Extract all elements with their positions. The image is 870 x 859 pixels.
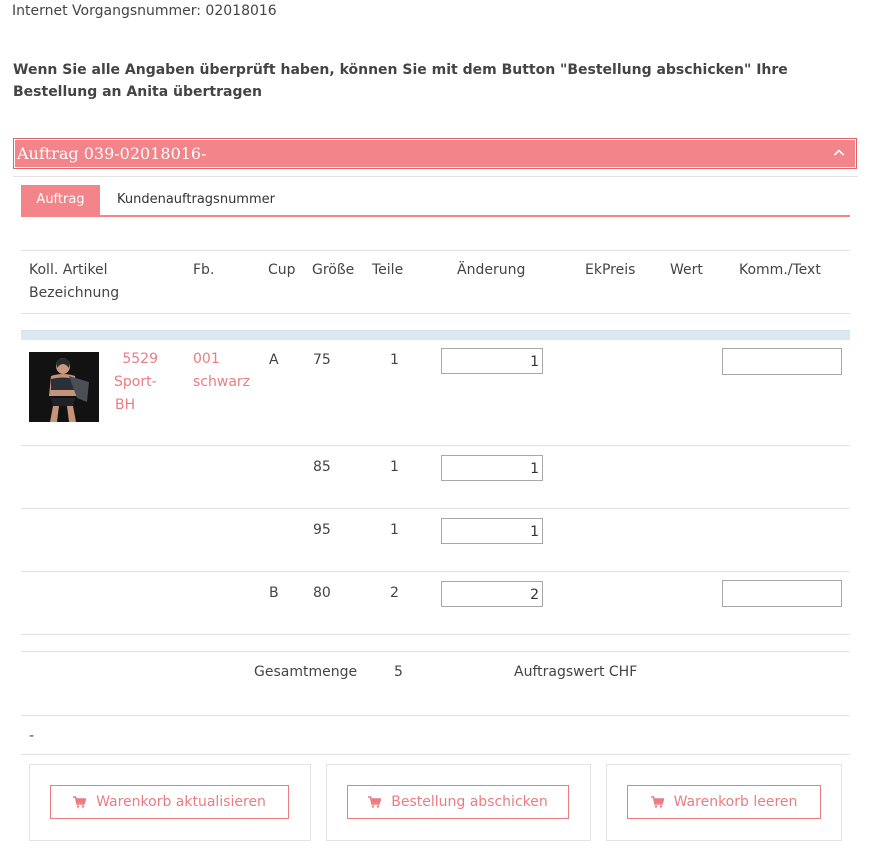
order-panel-header[interactable]: Auftrag 039-02018016- [13, 138, 857, 169]
header-komm: Komm./Text [739, 262, 821, 278]
vorgangsnummer: Internet Vorgangsnummer: 02018016 [12, 3, 277, 19]
order-panel-title: Auftrag 039-02018016- [17, 144, 207, 163]
header-ekpreis: EkPreis [585, 262, 636, 278]
cup-value: B [269, 585, 279, 601]
header-artikel: Koll. Artikel Bezeichnung [29, 262, 120, 301]
shopping-cart-icon [73, 796, 87, 808]
submit-notice: Wenn Sie alle Angaben überprüft haben, k… [13, 62, 788, 100]
header-cup: Cup [268, 262, 296, 278]
color-link[interactable]: 001 schwarz [193, 348, 250, 394]
group-band [21, 330, 850, 340]
divider [13, 176, 858, 177]
divider [21, 754, 850, 755]
tab-kundenauftragsnummer[interactable]: Kundenauftragsnummer [117, 185, 275, 215]
header-wert: Wert [670, 262, 703, 278]
size-value: 80 [313, 585, 331, 601]
quantity-input[interactable] [441, 581, 543, 607]
footer-text: - [29, 728, 35, 744]
teile-value: 1 [390, 352, 399, 368]
comment-input[interactable] [722, 348, 842, 375]
size-value: 75 [313, 352, 331, 368]
header-aenderung: Änderung [457, 262, 526, 278]
product-image[interactable] [29, 352, 99, 422]
divider [21, 715, 850, 716]
header-fb: Fb. [193, 262, 215, 278]
divider [21, 651, 850, 652]
shopping-cart-icon [368, 796, 382, 808]
tab-auftrag[interactable]: Auftrag [21, 185, 100, 215]
clear-cart-button[interactable]: Warenkorb leeren [627, 785, 821, 819]
auftragswert-label: Auftragswert CHF [514, 664, 638, 680]
divider [21, 634, 850, 635]
submit-order-button[interactable]: Bestellung abschicken [347, 785, 569, 819]
gesamtmenge-label: Gesamtmenge [254, 664, 358, 680]
size-value: 85 [313, 459, 331, 475]
quantity-input[interactable] [441, 518, 543, 544]
quantity-input[interactable] [441, 348, 543, 374]
divider [21, 571, 850, 572]
cup-value: A [269, 352, 279, 368]
quantity-input[interactable] [441, 455, 543, 481]
divider [21, 250, 850, 251]
gesamtmenge-value: 5 [394, 664, 403, 680]
teile-value: 1 [390, 459, 399, 475]
header-groesse: Größe [312, 262, 355, 278]
update-cart-button[interactable]: Warenkorb aktualisieren [50, 785, 289, 819]
product-link[interactable]: 5529 Sport- BH [113, 348, 163, 417]
divider [21, 508, 850, 509]
comment-input[interactable] [722, 580, 842, 607]
teile-value: 1 [390, 522, 399, 538]
shopping-cart-icon [650, 796, 664, 808]
size-value: 95 [313, 522, 331, 538]
chevron-up-icon[interactable] [833, 148, 845, 158]
tab-underline [21, 215, 850, 217]
header-teile: Teile [372, 262, 404, 278]
teile-value: 2 [390, 585, 399, 601]
divider [21, 445, 850, 446]
divider [21, 313, 850, 314]
